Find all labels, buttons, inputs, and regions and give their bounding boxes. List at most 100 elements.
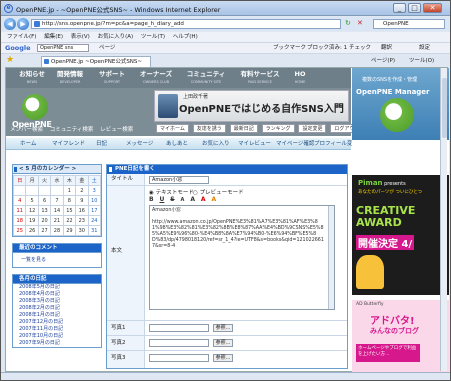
monthly-diary-link[interactable]: 2007年11月の日記: [13, 326, 101, 333]
invite-friend-button[interactable]: 友達を誘う: [192, 124, 226, 133]
font-size-button[interactable]: A: [181, 197, 185, 203]
emoji-button[interactable]: A: [212, 196, 217, 203]
top-nav-news[interactable]: お知らせ NEWS: [14, 70, 50, 86]
adbutterfly-ad[interactable]: AD Butterfly アドバタ! みんなのブログ ホームページやブログで利益…: [352, 300, 449, 373]
calendar-day[interactable]: 12: [25, 205, 39, 216]
calendar-day[interactable]: 6: [37, 195, 52, 206]
my-home-button[interactable]: マイホーム: [156, 124, 189, 133]
calendar-day[interactable]: 19: [25, 215, 39, 226]
photo2-browse-button[interactable]: 参照...: [213, 339, 233, 347]
underline-button[interactable]: U: [160, 196, 165, 203]
menu-tools[interactable]: ツール(T): [141, 34, 165, 40]
font-color-button[interactable]: A: [201, 196, 206, 203]
calendar-day[interactable]: 5: [25, 195, 39, 206]
top-nav-owners[interactable]: オーナーズ OWNERS CLUB: [134, 70, 178, 86]
google-search-input[interactable]: OpenPNE sns: [37, 44, 89, 52]
monthly-diary-link[interactable]: 2007年10月の日記: [13, 333, 101, 340]
google-bookmark-button[interactable]: ブックマーク: [273, 43, 306, 53]
gnav-home[interactable]: ホーム: [20, 138, 36, 150]
calendar-day[interactable]: 1: [62, 185, 77, 196]
font-size-large-button[interactable]: A: [190, 196, 195, 203]
photo3-input[interactable]: [149, 354, 209, 362]
calendar-day[interactable]: [12, 185, 27, 196]
calendar-title[interactable]: < 5 月のカレンダー >: [13, 165, 101, 174]
stop-icon[interactable]: ✕: [357, 19, 363, 27]
tab-openpne[interactable]: OpenPNE.jp ~OpenPNE公式SNS~: [41, 56, 151, 67]
calendar-day[interactable]: 15: [62, 205, 77, 216]
calendar-day[interactable]: 4: [12, 195, 27, 206]
search-input[interactable]: OpenPNE: [373, 19, 445, 29]
gnav-favorites[interactable]: お気に入り: [202, 138, 230, 150]
book-banner[interactable]: 上田政千著 OpenPNEではじめる自作SNS入門: [154, 90, 349, 122]
calendar-day[interactable]: 24: [87, 215, 102, 226]
calendar-day[interactable]: 21: [50, 215, 64, 226]
monthly-diary-link[interactable]: 2008年4月の日記: [13, 291, 101, 298]
gnav-message[interactable]: メッセージ: [126, 138, 153, 150]
menu-view[interactable]: 表示(V): [71, 34, 90, 40]
gnav-diary[interactable]: 日記: [96, 138, 107, 150]
menu-help[interactable]: ヘルプ(H): [173, 34, 198, 40]
calendar-day[interactable]: 2: [75, 185, 89, 196]
forward-button[interactable]: ▶: [17, 18, 29, 30]
page-scrollbar[interactable]: [440, 68, 447, 371]
calendar-day[interactable]: 31: [87, 225, 102, 236]
calendar-day[interactable]: 22: [62, 215, 77, 226]
calendar-day[interactable]: 27: [37, 225, 52, 236]
google-check-button[interactable]: チェック: [349, 43, 371, 53]
community-search-link[interactable]: コミュニティ検索: [50, 127, 94, 133]
calendar-day[interactable]: 23: [75, 215, 89, 226]
gnav-review[interactable]: マイレビュー: [238, 138, 271, 150]
calendar-day[interactable]: 10: [87, 195, 102, 206]
calendar-day[interactable]: 7: [50, 195, 64, 206]
menu-edit[interactable]: 編集(E): [44, 34, 63, 40]
calendar-day[interactable]: 26: [25, 225, 39, 236]
monthly-diary-link[interactable]: 2008年5月の日記: [13, 284, 101, 291]
monthly-diary-link[interactable]: 2007年12月の日記: [13, 319, 101, 326]
monthly-diary-link[interactable]: 2008年3月の日記: [13, 298, 101, 305]
google-settings-button[interactable]: 設定: [419, 43, 430, 53]
photo1-browse-button[interactable]: 参照...: [213, 324, 233, 332]
calendar-day[interactable]: 13: [37, 205, 52, 216]
favorites-star-icon[interactable]: ★: [6, 55, 14, 65]
top-nav-home[interactable]: HO HOME: [290, 70, 310, 86]
photo2-input[interactable]: [149, 339, 209, 347]
calendar-day[interactable]: 30: [75, 225, 89, 236]
calendar-day[interactable]: 14: [50, 205, 64, 216]
scrollbar-thumb[interactable]: [442, 78, 447, 138]
url-input[interactable]: http://sns.openpne.jp/?m=pc&a=page_h_dia…: [31, 19, 341, 29]
calendar-day[interactable]: 3: [87, 185, 102, 196]
textarea-scrollbar[interactable]: [328, 206, 334, 309]
gnav-mypage[interactable]: マイページ確認: [276, 138, 314, 150]
settings-button[interactable]: 設定変更: [298, 124, 327, 133]
gnav-friends[interactable]: マイフレンド: [52, 138, 85, 150]
calendar-day[interactable]: 8: [62, 195, 77, 206]
recent-comments-link[interactable]: 一覧を見る: [13, 253, 101, 267]
creative-award-ad[interactable]: Piman presents あなたのパーツが ついにひとつ CREATIVE …: [352, 175, 449, 295]
gnav-footprints[interactable]: あしあと: [166, 138, 188, 150]
openpne-manager-ad[interactable]: 複数のSNSを作成・管理 OpenPNE Manager: [352, 68, 449, 140]
top-nav-community[interactable]: コミュニティ COMMUNITY SITE: [180, 70, 232, 86]
monthly-diary-link[interactable]: 2007年9月の日記: [13, 340, 101, 347]
menu-file[interactable]: ファイル(F): [7, 34, 36, 40]
review-search-link[interactable]: レビュー検索: [100, 127, 133, 133]
calendar-day[interactable]: 18: [12, 215, 27, 226]
calendar-day[interactable]: [50, 185, 64, 196]
close-button[interactable]: ✕: [423, 3, 442, 13]
calendar-day[interactable]: 20: [37, 215, 52, 226]
refresh-icon[interactable]: ↻: [345, 19, 351, 27]
preview-mode-radio[interactable]: ○ プレビューモード: [193, 188, 244, 196]
photo1-input[interactable]: [149, 324, 209, 332]
calendar-day[interactable]: 17: [87, 205, 102, 216]
bold-button[interactable]: B: [149, 196, 154, 203]
body-textarea[interactable]: Amazon小窓 http://www.amazon.co.jp/OpenPNE…: [149, 205, 335, 310]
menu-favorites[interactable]: お気に入り(A): [98, 34, 134, 40]
calendar-day[interactable]: 29: [62, 225, 77, 236]
monthly-diary-link[interactable]: 2008年1月の日記: [13, 312, 101, 319]
top-nav-developer[interactable]: 開発情報 DEVELOPER: [50, 70, 90, 86]
calendar-day[interactable]: 25: [12, 225, 27, 236]
page-menu[interactable]: ページ(P): [371, 56, 395, 66]
google-translate-button[interactable]: 翻訳: [381, 43, 392, 53]
maximize-button[interactable]: □: [408, 3, 421, 13]
photo3-browse-button[interactable]: 参照...: [213, 354, 233, 362]
calendar-day[interactable]: 28: [50, 225, 64, 236]
